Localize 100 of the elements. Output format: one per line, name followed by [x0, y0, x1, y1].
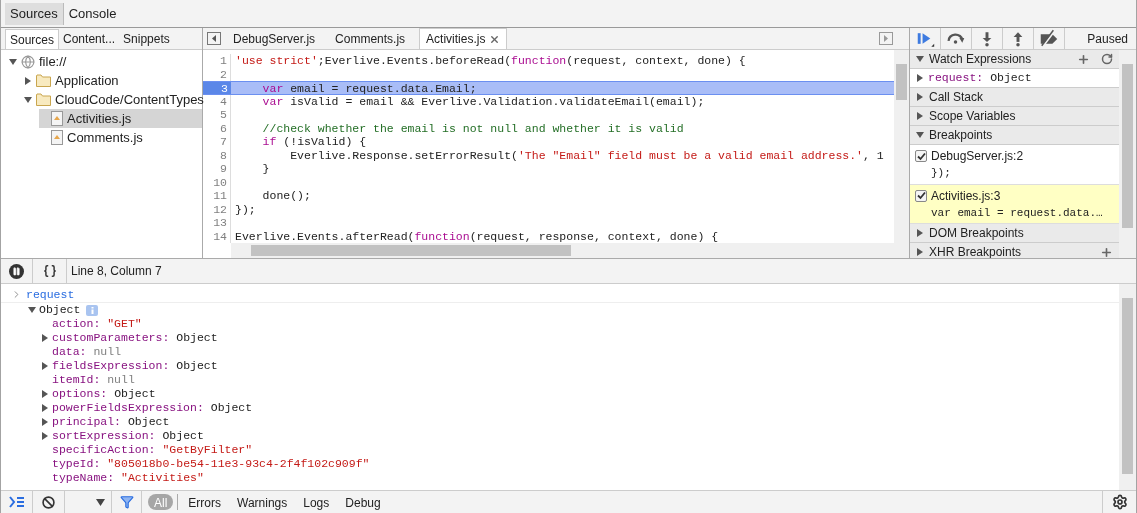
- console-drawer-icon[interactable]: [8, 496, 25, 508]
- object-property[interactable]: options: Object: [49, 387, 156, 401]
- collapsed-triangle-icon[interactable]: [916, 74, 924, 82]
- line-number[interactable]: 4: [203, 94, 231, 108]
- collapsed-triangle-icon[interactable]: [916, 112, 924, 120]
- collapsed-triangle-icon[interactable]: [24, 76, 32, 85]
- tree-item[interactable]: Activities.js: [39, 109, 202, 128]
- code-line: var email = request.data.Email;: [261, 82, 477, 94]
- section-header[interactable]: XHR Breakpoints: [910, 243, 1119, 258]
- line-number[interactable]: 10: [203, 175, 231, 189]
- object-property: specificAction: "GetByFilter": [51, 443, 253, 457]
- collapsed-triangle-icon[interactable]: [41, 362, 49, 370]
- script-file-icon: [51, 111, 63, 126]
- toggle-navigator-icon[interactable]: [207, 32, 221, 45]
- code-line: Everlive.Response.setErrorResult('The "Email" field must be a valid email address.', 1: [289, 148, 884, 162]
- tree-item[interactable]: Application: [24, 71, 202, 90]
- console-command-text: request: [26, 287, 75, 302]
- log-level-filter[interactable]: Debug: [339, 494, 387, 510]
- log-level-filter[interactable]: Errors: [182, 494, 227, 510]
- section-header[interactable]: Scope Variables: [910, 107, 1119, 126]
- section-header[interactable]: Call Stack: [910, 88, 1119, 107]
- line-number[interactable]: 5: [203, 108, 231, 122]
- file-tab[interactable]: Activities.js: [419, 28, 508, 49]
- line-number[interactable]: 8: [203, 148, 231, 162]
- add-icon[interactable]: [1100, 245, 1113, 258]
- line-number[interactable]: 6: [203, 121, 231, 135]
- collapsed-triangle-icon[interactable]: [41, 334, 49, 342]
- object-property[interactable]: fieldsExpression: Object: [49, 359, 218, 373]
- vertical-scrollbar[interactable]: [1119, 284, 1136, 490]
- collapsed-triangle-icon[interactable]: [916, 93, 924, 101]
- cursor-position: Line 8, Column 7: [70, 263, 162, 280]
- log-level-filter[interactable]: Logs: [297, 494, 336, 510]
- code-line: //check whether the email is not null and whether it is valid: [261, 121, 684, 135]
- tree-item[interactable]: CloudCode/ContentTypes: [24, 90, 202, 109]
- navigator-tab[interactable]: Snippets: [119, 29, 174, 49]
- breakpoint-code: });: [930, 166, 952, 181]
- section-header[interactable]: Breakpoints: [910, 126, 1119, 145]
- add-icon[interactable]: [1077, 52, 1090, 66]
- breakpoint-item[interactable]: Activities.js:3 var email = request.data.…: [910, 184, 1119, 224]
- code-line: }: [261, 162, 270, 176]
- expanded-triangle-icon[interactable]: [28, 306, 36, 314]
- pretty-print-icon[interactable]: [42, 264, 57, 278]
- navigator-tab[interactable]: Content...: [59, 29, 120, 49]
- line-number[interactable]: 13: [203, 216, 231, 230]
- tree-item[interactable]: file://: [9, 52, 202, 71]
- line-number[interactable]: 12: [203, 202, 231, 216]
- expanded-triangle-icon[interactable]: [24, 95, 32, 104]
- navigator-tab[interactable]: Sources: [5, 29, 60, 49]
- line-number[interactable]: 14: [203, 229, 231, 243]
- expanded-triangle-icon[interactable]: [9, 57, 17, 66]
- settings-icon[interactable]: [1111, 494, 1128, 510]
- filter-icon[interactable]: [119, 495, 134, 509]
- line-number[interactable]: 7: [203, 135, 231, 149]
- breakpoint-location: Activities.js:3: [931, 187, 1001, 205]
- toggle-debugger-icon[interactable]: [879, 32, 893, 45]
- tree-label: Application: [55, 71, 119, 90]
- tree-item[interactable]: Comments.js: [39, 128, 202, 147]
- breakpoint-checkbox[interactable]: [915, 189, 927, 202]
- file-tab[interactable]: DebugServer.js: [227, 28, 322, 49]
- object-property[interactable]: sortExpression: Object: [49, 429, 204, 443]
- panel-tab[interactable]: Sources: [5, 2, 64, 25]
- line-number[interactable]: 11: [203, 189, 231, 203]
- refresh-icon[interactable]: [1101, 53, 1113, 65]
- object-property[interactable]: principal: Object: [49, 415, 170, 429]
- file-tab[interactable]: Comments.js: [329, 28, 412, 49]
- object-property[interactable]: powerFieldsExpression: Object: [49, 401, 253, 415]
- watch-expression[interactable]: request: Object: [928, 69, 1032, 87]
- close-icon[interactable]: [489, 33, 501, 45]
- line-number[interactable]: 9: [203, 162, 231, 176]
- code-line: if (!isValid) {: [261, 135, 367, 149]
- vertical-scrollbar[interactable]: [1119, 50, 1136, 258]
- collapsed-triangle-icon[interactable]: [916, 229, 924, 237]
- section-header[interactable]: DOM Breakpoints: [910, 224, 1119, 243]
- check-icon: [916, 151, 926, 161]
- expanded-triangle-icon[interactable]: [916, 131, 924, 139]
- panel-tab[interactable]: Console: [63, 2, 122, 25]
- tree-label: Activities.js: [67, 109, 132, 128]
- clear-icon[interactable]: [42, 495, 55, 509]
- collapsed-triangle-icon[interactable]: [916, 248, 924, 256]
- expanded-triangle-icon[interactable]: [916, 55, 924, 63]
- object-property: typeId: "805018b0-be54-11e3-93c4-2f4f102c909f": [51, 457, 370, 471]
- pause-on-exceptions-icon[interactable]: [9, 263, 24, 279]
- check-icon: [916, 191, 926, 200]
- section-header[interactable]: Watch Expressions: [910, 50, 1119, 69]
- section-title: Breakpoints: [929, 127, 993, 144]
- object-property: action: "GET": [51, 317, 142, 331]
- dropdown-caret-icon[interactable]: [96, 498, 105, 506]
- object-property: itemId: null: [51, 373, 135, 387]
- object-property: data: null: [51, 345, 122, 359]
- vertical-scrollbar[interactable]: [894, 50, 909, 258]
- horizontal-scrollbar[interactable]: [231, 243, 894, 258]
- breakpoint-code: var email = request.data.…: [930, 205, 1104, 221]
- breakpoint-checkbox[interactable]: [915, 150, 927, 162]
- line-number[interactable]: 1: [203, 54, 231, 68]
- object-property: typeName: "Activities": [51, 471, 204, 485]
- object-property[interactable]: customParameters: Object: [49, 331, 218, 345]
- code-line: });: [234, 202, 256, 216]
- object-label[interactable]: Object: [39, 303, 81, 317]
- info-icon: [86, 304, 99, 316]
- log-level-filter[interactable]: Warnings: [231, 494, 294, 510]
